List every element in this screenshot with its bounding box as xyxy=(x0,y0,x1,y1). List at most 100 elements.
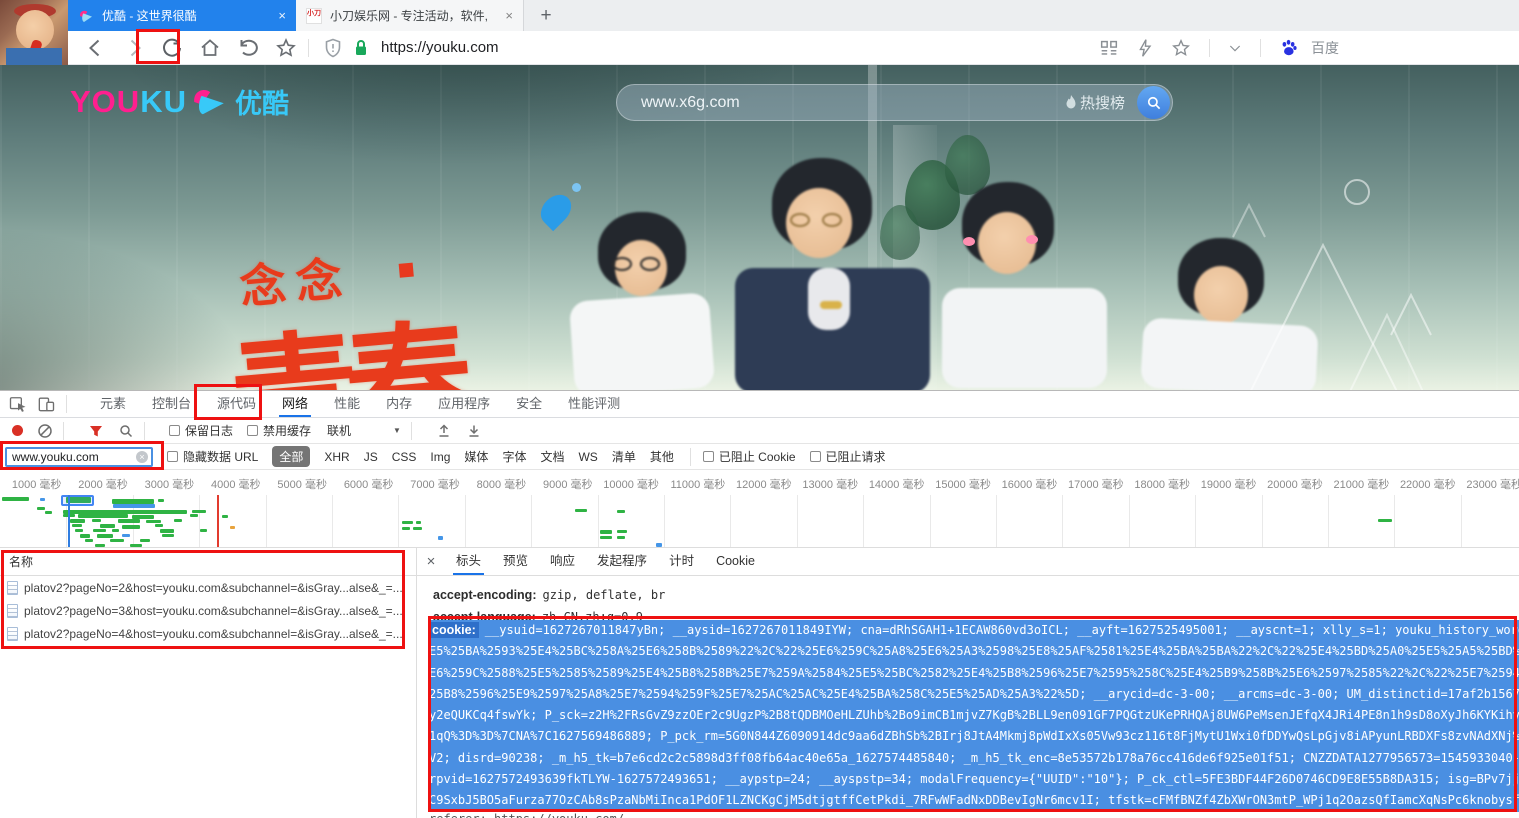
xiaodao-favicon-icon: 小刀 xyxy=(306,8,322,24)
devtools-tab-6[interactable]: 应用程序 xyxy=(425,391,503,417)
secure-lock-icon[interactable] xyxy=(349,36,373,60)
record-button-icon[interactable] xyxy=(12,425,23,436)
network-toolbar: 保留日志 禁用缓存 联机 ▼ xyxy=(0,418,1519,444)
waterfall-bar xyxy=(40,498,45,501)
ruler-gridline xyxy=(730,495,731,548)
detail-tab-5[interactable]: Cookie xyxy=(705,548,766,575)
inspect-element-icon[interactable] xyxy=(8,394,28,414)
ruler-gridline xyxy=(1195,495,1196,548)
filter-type-4[interactable]: Img xyxy=(430,450,450,464)
ruler-label-14: 15000 毫秒 xyxy=(929,470,995,495)
filter-type-1[interactable]: XHR xyxy=(324,450,349,464)
new-tab-button[interactable]: + xyxy=(534,4,558,28)
preserve-log-checkbox[interactable] xyxy=(169,425,180,436)
youku-search-bar[interactable]: 热搜榜 xyxy=(616,84,1173,121)
tab-close-icon[interactable]: × xyxy=(505,8,513,23)
ruler-label-13: 14000 毫秒 xyxy=(863,470,929,495)
disable-cache-label: 禁用缓存 xyxy=(263,422,311,439)
filter-type-6[interactable]: 字体 xyxy=(502,448,526,465)
devtools-tab-2[interactable]: 源代码 xyxy=(204,391,269,417)
request-row-1[interactable]: platov2?pageNo=3&host=youku.com&subchann… xyxy=(0,599,416,622)
clear-log-icon[interactable] xyxy=(37,423,53,439)
search-button[interactable] xyxy=(1137,86,1170,119)
request-name-column-header[interactable]: 名称 xyxy=(0,548,416,576)
baidu-search-label[interactable]: 百度 xyxy=(1311,38,1339,58)
clear-filter-icon[interactable]: × xyxy=(136,451,148,463)
filter-type-8[interactable]: WS xyxy=(578,450,597,464)
close-detail-icon[interactable]: × xyxy=(417,553,445,570)
restore-session-icon[interactable] xyxy=(236,36,260,60)
divider xyxy=(63,422,64,440)
detail-tab-0[interactable]: 标头 xyxy=(445,548,492,575)
waterfall-bar xyxy=(37,507,45,510)
filter-type-10[interactable]: 其他 xyxy=(650,448,674,465)
devtools-tab-4[interactable]: 性能 xyxy=(321,391,373,417)
refresh-button-icon[interactable] xyxy=(160,36,184,60)
request-row-0[interactable]: platov2?pageNo=2&host=youku.com&subchann… xyxy=(0,576,416,599)
cookie-line-5: 1qQ%3D%3D%7CNA%7C1627569486889; P_pck_rm… xyxy=(429,726,1519,747)
blocked-cookies-label: 已阻止 Cookie xyxy=(719,448,796,465)
search-log-icon[interactable] xyxy=(118,423,134,439)
disable-cache-checkbox[interactable] xyxy=(247,425,258,436)
baidu-paw-icon[interactable] xyxy=(1278,37,1300,59)
browser-tab-xiaodao[interactable]: 小刀 小刀娱乐网 - 专注活动，软件, × xyxy=(296,0,524,31)
back-button-icon[interactable] xyxy=(84,36,108,60)
chevron-down-icon[interactable] xyxy=(1227,37,1243,59)
devtools-tab-0[interactable]: 元素 xyxy=(87,391,139,417)
waterfall-bar xyxy=(230,526,235,529)
shield-icon[interactable] xyxy=(321,36,345,60)
hot-search-link[interactable]: 热搜榜 xyxy=(1065,92,1125,113)
throttling-select[interactable]: 联机 ▼ xyxy=(327,422,401,439)
ruler-label-9: 10000 毫秒 xyxy=(598,470,664,495)
home-button-icon[interactable] xyxy=(198,36,222,60)
ruler-label-1: 2000 毫秒 xyxy=(66,470,132,495)
request-row-2[interactable]: platov2?pageNo=4&host=youku.com&subchann… xyxy=(0,622,416,645)
avatar-art xyxy=(6,48,62,65)
filter-type-0[interactable]: 全部 xyxy=(272,446,310,467)
devtools-tab-3[interactable]: 网络 xyxy=(269,391,321,417)
filter-type-5[interactable]: 媒体 xyxy=(464,448,488,465)
detail-tab-bar: × 标头预览响应发起程序计时Cookie xyxy=(417,548,1519,576)
overview-selection-box[interactable] xyxy=(61,495,94,506)
search-input[interactable] xyxy=(617,94,1065,112)
ruler-gridline xyxy=(199,495,200,548)
detail-tab-4[interactable]: 计时 xyxy=(658,548,705,575)
filter-funnel-icon[interactable] xyxy=(88,423,104,439)
cookie-header-selected-text[interactable]: cookie:__ysuid=1627267011847yBn; __aysid… xyxy=(429,620,1519,812)
blocked-requests-checkbox[interactable] xyxy=(810,451,821,462)
blocked-cookies-checkbox[interactable] xyxy=(703,451,714,462)
export-har-icon[interactable] xyxy=(466,423,482,439)
header-value: gzip, deflate, br xyxy=(543,588,666,602)
detail-tab-2[interactable]: 响应 xyxy=(539,548,586,575)
tab-close-icon[interactable]: × xyxy=(278,8,286,23)
devtools-tab-5[interactable]: 内存 xyxy=(373,391,425,417)
detail-tab-3[interactable]: 发起程序 xyxy=(586,548,658,575)
detail-tab-1[interactable]: 预览 xyxy=(492,548,539,575)
url-text[interactable]: https://youku.com xyxy=(381,39,1091,56)
qr-code-icon[interactable] xyxy=(1098,37,1120,59)
filter-type-7[interactable]: 文档 xyxy=(540,448,564,465)
hide-data-urls-checkbox[interactable] xyxy=(167,451,178,462)
bookmark-star-icon[interactable] xyxy=(1170,37,1192,59)
ruler-label-8: 9000 毫秒 xyxy=(531,470,597,495)
waterfall-bar xyxy=(617,530,627,533)
favorite-star-icon[interactable] xyxy=(274,36,298,60)
device-toolbar-icon[interactable] xyxy=(36,394,56,414)
import-har-icon[interactable] xyxy=(436,423,452,439)
devtools-tab-7[interactable]: 安全 xyxy=(503,391,555,417)
user-avatar[interactable] xyxy=(0,0,68,65)
network-overview-waterfall[interactable] xyxy=(0,495,1519,548)
filter-type-3[interactable]: CSS xyxy=(392,450,417,464)
forward-button-icon[interactable] xyxy=(122,36,146,60)
waterfall-bar xyxy=(122,534,130,537)
devtools-tab-1[interactable]: 控制台 xyxy=(139,391,204,417)
waterfall-bar xyxy=(413,527,422,530)
devtools-tab-8[interactable]: 性能评测 xyxy=(555,391,633,417)
youku-logo[interactable]: YOUKU 优酷 xyxy=(70,82,289,121)
waterfall-bar xyxy=(118,519,140,523)
filter-type-9[interactable]: 清单 xyxy=(612,448,636,465)
lightning-icon[interactable] xyxy=(1134,37,1156,59)
browser-tab-youku[interactable]: 优酷 - 这世界很酷 × xyxy=(68,0,296,31)
filter-input[interactable] xyxy=(5,447,153,467)
filter-type-2[interactable]: JS xyxy=(364,450,378,464)
